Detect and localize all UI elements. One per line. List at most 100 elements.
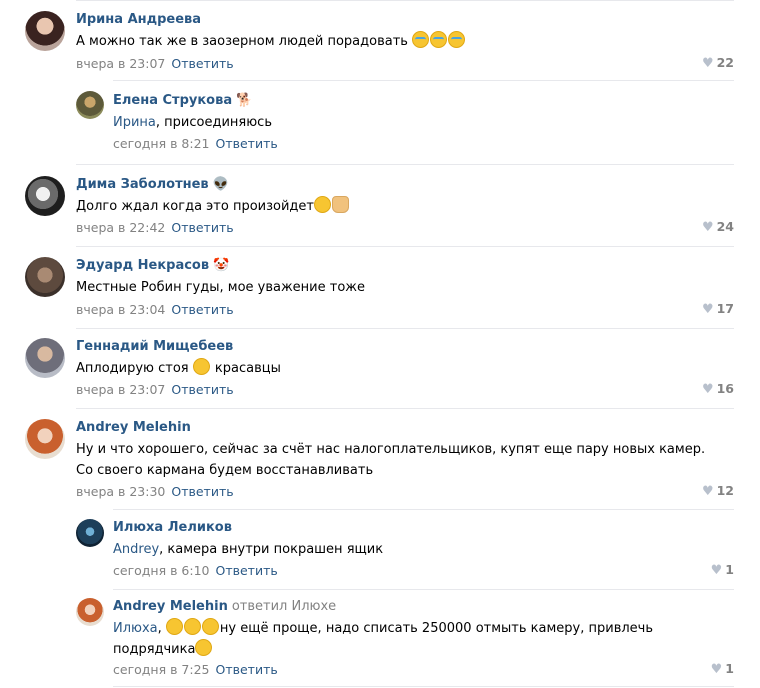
comment-text-body: Аплодирую стоя: [76, 361, 189, 376]
comment-meta: сегодня в 6:10 Ответить: [113, 563, 278, 578]
comment-text-body: А можно так же в заозерном людей порадов…: [76, 34, 408, 49]
comma: ,: [157, 621, 166, 636]
timestamp[interactable]: вчера в 23:30: [76, 484, 165, 499]
reply-button[interactable]: Ответить: [216, 662, 278, 677]
timestamp[interactable]: вчера в 23:07: [76, 56, 165, 71]
author-name[interactable]: Илюха Леликов: [113, 520, 232, 535]
avatar[interactable]: [76, 91, 104, 119]
avatar[interactable]: [25, 257, 65, 297]
like-button[interactable]: ♥ 24: [680, 219, 734, 235]
heart-icon: ♥: [701, 220, 714, 235]
like-button[interactable]: ♥ 22: [680, 55, 734, 71]
rofl-emoji-icon: [195, 639, 213, 656]
avatar[interactable]: [25, 419, 65, 459]
heart-icon: ♥: [701, 484, 714, 499]
heart-icon: ♥: [710, 662, 723, 677]
author-name[interactable]: Эдуард Некрасов 🤡: [76, 258, 229, 273]
like-button[interactable]: ♥ 17: [680, 301, 734, 317]
comment-text: Аплодирую стоя красавцы: [76, 358, 281, 379]
heart-icon: ♥: [701, 56, 714, 71]
author-name[interactable]: Andrey Melehin ответил Илюхе: [113, 599, 336, 614]
rofl-emoji-icon: [165, 618, 183, 635]
author-name-text: Andrey Melehin: [113, 599, 228, 614]
separator: [76, 408, 734, 409]
comment-meta: вчера в 23:04 Ответить: [76, 302, 234, 317]
top-separator: [76, 0, 734, 1]
author-name-text: Эдуард Некрасов: [76, 258, 210, 273]
timestamp[interactable]: сегодня в 7:25: [113, 662, 210, 677]
rofl-emoji-icon: [201, 618, 219, 635]
mention-link[interactable]: Илюха: [113, 621, 158, 636]
avatar[interactable]: [76, 519, 104, 547]
reply-button[interactable]: Ответить: [171, 220, 233, 235]
comment-text-line: подрядчика: [113, 639, 653, 660]
alien-emoji-icon: 👽: [212, 177, 229, 192]
comment-meta: сегодня в 7:25 Ответить: [113, 662, 278, 677]
separator: [113, 509, 734, 510]
beaming-emoji-icon: [192, 358, 210, 375]
timestamp[interactable]: вчера в 22:42: [76, 220, 165, 235]
like-button[interactable]: ♥ 1: [690, 562, 734, 578]
separator: [113, 686, 734, 687]
comment-text-line: Илюха, ну ещё проще, надо списать 250000…: [113, 618, 653, 639]
reply-button[interactable]: Ответить: [171, 302, 233, 317]
comment-text-body: Местные Робин гуды, мое уважение тоже: [76, 280, 365, 295]
thumbs-up-emoji-icon: [332, 196, 349, 213]
comment-meta: вчера в 23:07 Ответить: [76, 56, 234, 71]
mention-link[interactable]: Ирина: [113, 115, 156, 130]
like-count: 1: [725, 661, 734, 676]
reply-button[interactable]: Ответить: [171, 56, 233, 71]
tears-of-joy-emoji-icon: [430, 31, 448, 48]
reply-button[interactable]: Ответить: [171, 484, 233, 499]
comment-meta: вчера в 23:30 Ответить: [76, 484, 234, 499]
reply-button[interactable]: Ответить: [216, 563, 278, 578]
avatar[interactable]: [25, 338, 65, 378]
author-name[interactable]: Геннадий Мищебеев: [76, 339, 233, 354]
comment-text-line: Со своего кармана будем восстанавливать: [76, 463, 374, 478]
like-count: 24: [716, 219, 734, 234]
comment-text: Долго ждал когда это произойдет: [76, 196, 350, 217]
author-name-text: Дима Заболотнев: [76, 177, 209, 192]
like-button[interactable]: ♥ 16: [680, 381, 734, 397]
comment-meta: сегодня в 8:21 Ответить: [113, 136, 278, 151]
timestamp[interactable]: сегодня в 8:21: [113, 136, 210, 151]
author-name[interactable]: Елена Струкова 🐕: [113, 93, 252, 108]
timestamp[interactable]: сегодня в 6:10: [113, 563, 210, 578]
avatar[interactable]: [76, 598, 104, 626]
separator: [76, 246, 734, 247]
author-name[interactable]: Ирина Андреева: [76, 12, 201, 27]
comment-meta: вчера в 22:42 Ответить: [76, 220, 234, 235]
author-name[interactable]: Andrey Melehin: [76, 420, 191, 435]
like-count: 16: [716, 381, 734, 396]
separator: [113, 589, 734, 590]
like-count: 1: [725, 562, 734, 577]
reply-button[interactable]: Ответить: [216, 136, 278, 151]
avatar[interactable]: [25, 11, 65, 51]
heart-icon: ♥: [710, 563, 723, 578]
avatar[interactable]: [25, 176, 65, 216]
mention-link[interactable]: Andrey: [113, 542, 159, 557]
comment-text-body: Долго ждал когда это произойдет: [76, 199, 314, 214]
comment-meta: вчера в 23:07 Ответить: [76, 382, 234, 397]
replied-to-label: ответил Илюхе: [231, 599, 337, 614]
comment-text-line: Ну и что хорошего, сейчас за счёт нас на…: [76, 442, 706, 457]
reply-button[interactable]: Ответить: [171, 382, 233, 397]
rofl-emoji-icon: [183, 618, 201, 635]
grinning-emoji-icon: [314, 196, 331, 213]
like-count: 17: [716, 301, 734, 316]
timestamp[interactable]: вчера в 23:07: [76, 382, 165, 397]
like-count: 12: [716, 483, 734, 498]
heart-icon: ♥: [701, 382, 714, 397]
separator: [76, 328, 734, 329]
comment-text-tail: красавцы: [214, 361, 281, 376]
like-button[interactable]: ♥ 12: [680, 483, 734, 499]
like-button[interactable]: ♥ 1: [690, 661, 734, 677]
timestamp[interactable]: вчера в 23:04: [76, 302, 165, 317]
like-count: 22: [716, 55, 734, 70]
dog-emoji-icon: 🐕: [236, 93, 253, 108]
author-name[interactable]: Дима Заболотнев 👽: [76, 177, 229, 192]
comment-text-body: , камера внутри покрашен ящик: [159, 542, 384, 557]
clown-emoji-icon: 🤡: [213, 258, 230, 273]
comment-text-body: подрядчика: [113, 642, 196, 657]
comment-text: Ирина, присоединяюсь: [113, 112, 272, 133]
